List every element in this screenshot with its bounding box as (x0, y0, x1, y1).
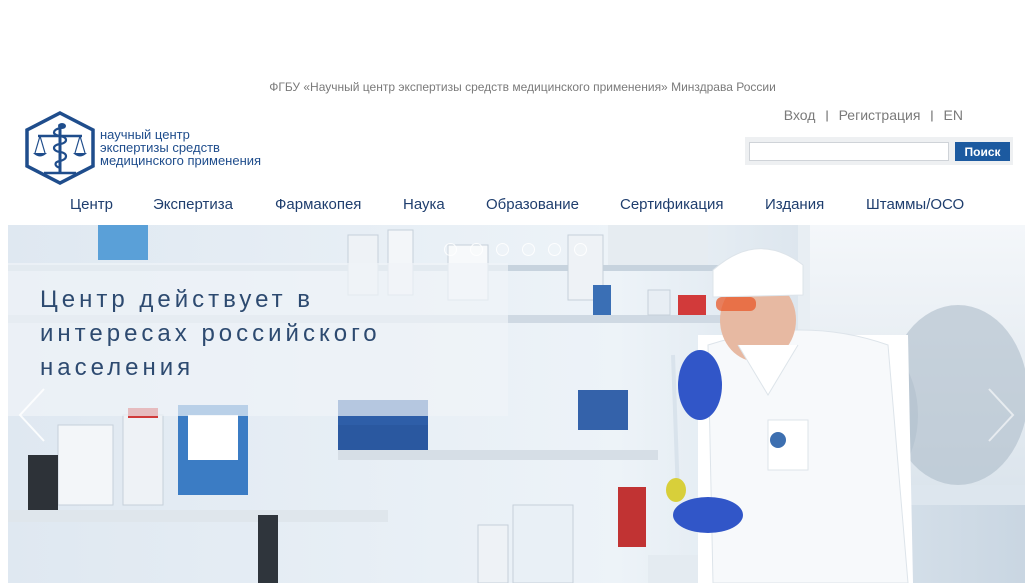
chevron-left-icon[interactable] (14, 385, 50, 445)
nav-item-science[interactable]: Наука (403, 196, 445, 213)
org-full-name: ФГБУ «Научный центр экспертизы средств м… (269, 80, 776, 94)
slider-dots (444, 243, 587, 256)
logo-text[interactable]: научный центр экспертизы средств медицин… (100, 128, 261, 167)
slide-caption: Центр действует в интересах российского … (8, 263, 508, 416)
nav-item-pharmacopoeia[interactable]: Фармакопея (275, 196, 361, 213)
slider-dot[interactable] (470, 243, 483, 256)
nav-item-publications[interactable]: Издания (765, 196, 824, 213)
chevron-right-icon[interactable] (983, 385, 1019, 445)
nav-item-expertise[interactable]: Экспертиза (153, 196, 233, 213)
slider-dot[interactable] (522, 243, 535, 256)
main-nav: Центр Экспертиза Фармакопея Наука Образо… (0, 196, 1025, 216)
hero-slider[interactable]: Центр действует в интересах российского … (8, 225, 1025, 583)
logo-text-line: медицинского применения (100, 153, 262, 168)
slider-dot[interactable] (496, 243, 509, 256)
search-box: Поиск (745, 137, 1013, 165)
search-input[interactable] (749, 142, 949, 161)
nav-item-center[interactable]: Центр (70, 196, 113, 213)
register-link[interactable]: Регистрация (839, 107, 921, 123)
language-link[interactable]: EN (944, 107, 963, 123)
nav-item-certification[interactable]: Сертификация (620, 196, 723, 213)
slider-dot[interactable] (444, 243, 457, 256)
separator: | (825, 108, 829, 122)
auth-links: Вход | Регистрация | EN (784, 107, 963, 123)
slide-caption-text: Центр действует в интересах российского … (40, 286, 381, 381)
nav-item-education[interactable]: Образование (486, 196, 579, 213)
search-button[interactable]: Поиск (955, 142, 1010, 161)
login-link[interactable]: Вход (784, 107, 816, 123)
logo-icon[interactable] (24, 111, 96, 185)
slider-dot[interactable] (548, 243, 561, 256)
nav-item-strains[interactable]: Штаммы/ОСО (866, 196, 964, 213)
slider-dot[interactable] (574, 243, 587, 256)
separator: | (930, 108, 934, 122)
